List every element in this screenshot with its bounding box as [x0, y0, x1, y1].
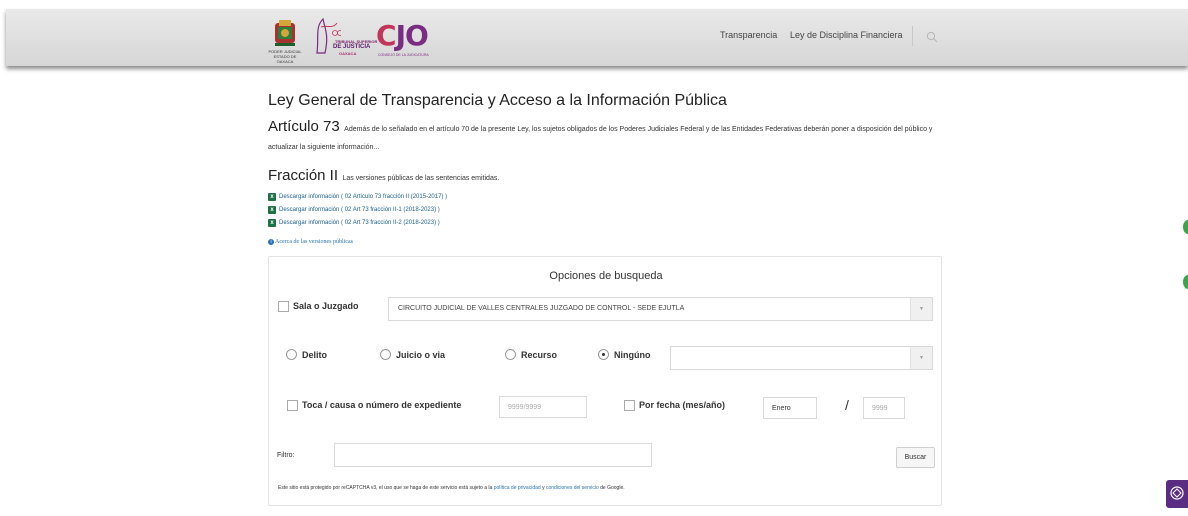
- sala-label: Sala o Juzgado: [293, 301, 359, 311]
- info-icon: i: [268, 239, 274, 245]
- search-options-panel: Opciones de busqueda Sala o Juzgado CIRC…: [268, 256, 942, 506]
- radio-juicio-via[interactable]: [380, 349, 391, 360]
- recaptcha-and: y: [542, 485, 545, 491]
- header-logos: PODER JUDICIAL ESTADO DE OAXACA TRIBUNAL…: [268, 17, 460, 64]
- privacy-policy-link[interactable]: política de privacidad: [494, 485, 541, 491]
- about-link-text: Acerca de las versiones públicas: [275, 239, 353, 245]
- download-link-1[interactable]: x Descargar información ( 02 Artículo 73…: [268, 192, 447, 201]
- chevron-down-icon: ▼: [910, 347, 932, 369]
- sala-select-value: CIRCUITO JUDICIAL DE VALLES CENTRALES JU…: [398, 305, 685, 312]
- year-input[interactable]: 9999: [863, 397, 905, 419]
- recaptcha-badge[interactable]: [1166, 480, 1188, 508]
- side-widget-dot-2[interactable]: [1183, 275, 1188, 289]
- type-select[interactable]: ▼: [670, 346, 933, 370]
- logo3-mark-jo: JO: [395, 19, 429, 52]
- date-separator: /: [845, 397, 849, 413]
- fecha-checkbox[interactable]: [624, 400, 635, 411]
- nav-transparencia[interactable]: Transparencia: [720, 30, 777, 44]
- side-widget-dot-1[interactable]: [1183, 220, 1188, 234]
- article-heading: Artículo 73 Además de lo señalado en el …: [268, 118, 948, 154]
- fecha-label: Por fecha (mes/año): [639, 400, 726, 410]
- logo2-line2: DE JUSTICIA: [333, 44, 371, 50]
- download-link-text: Descargar información ( 02 Art 73 fracci…: [279, 206, 440, 213]
- radio-delito[interactable]: [286, 349, 297, 360]
- tribunal-logo[interactable]: TRIBUNAL SUPERIOR DE JUSTICIA OAXACA: [311, 17, 377, 62]
- recaptcha-suffix: de Google.: [600, 485, 625, 491]
- filter-label: Filtro:: [277, 452, 295, 459]
- about-public-versions-link[interactable]: i Acerca de las versiones públicas: [268, 239, 353, 245]
- recaptcha-notice: Este sitio está protegido por reCAPTCHA …: [278, 485, 625, 491]
- radio-delito-label: Delito: [302, 350, 328, 360]
- consejo-judicatura-logo[interactable]: CJO CONSEJO DE LA JUDICATURA: [376, 17, 460, 62]
- logo3-subtitle: CONSEJO DE LA JUDICATURA: [378, 53, 429, 57]
- page-title: Ley General de Transparencia y Acceso a …: [268, 92, 727, 109]
- search-button[interactable]: Buscar: [896, 447, 935, 468]
- sala-checkbox[interactable]: [278, 301, 289, 312]
- radio-recurso[interactable]: [505, 349, 516, 360]
- nav-divider: [912, 26, 913, 46]
- logo1-caption: PODER JUDICIAL ESTADO DE OAXACA: [268, 49, 302, 64]
- top-header-bar: [6, 9, 1188, 66]
- nav-ley-disciplina-financiera[interactable]: Ley de Disciplina Financiera: [790, 30, 903, 44]
- sala-select[interactable]: CIRCUITO JUDICIAL DE VALLES CENTRALES JU…: [388, 297, 933, 321]
- radio-juicio-via-label: Juicio o via: [396, 350, 446, 360]
- poder-judicial-logo[interactable]: PODER JUDICIAL ESTADO DE OAXACA: [268, 17, 302, 64]
- terms-of-service-link[interactable]: condiciones del servicio: [546, 485, 599, 491]
- download-link-2[interactable]: x Descargar información ( 02 Art 73 frac…: [268, 205, 440, 214]
- chevron-down-icon: ▼: [910, 298, 932, 320]
- radio-ninguno[interactable]: [598, 349, 609, 360]
- article-text: Además de lo señalado en el artículo 70 …: [268, 126, 933, 151]
- fraction-text: Las versiones públicas de las sentencias…: [342, 175, 500, 182]
- toca-label: Toca / causa o número de expediente: [302, 400, 462, 410]
- download-link-text: Descargar información ( 02 Art 73 fracci…: [279, 219, 440, 226]
- radio-ninguno-label: Ningúno: [614, 350, 651, 360]
- fraction-title: Fracción II: [268, 167, 339, 184]
- filter-input[interactable]: [334, 443, 652, 467]
- crest-icon: [275, 20, 295, 46]
- search-icon[interactable]: [926, 31, 938, 43]
- download-link-3[interactable]: x Descargar información ( 02 Art 73 frac…: [268, 218, 440, 227]
- download-link-text: Descargar información ( 02 Artículo 73 f…: [279, 193, 448, 200]
- radio-recurso-label: Recurso: [521, 350, 558, 360]
- fraction-heading: Fracción II Las versiones públicas de la…: [268, 167, 499, 185]
- toca-checkbox[interactable]: [287, 400, 298, 411]
- excel-icon: x: [268, 205, 276, 214]
- search-panel-title: Opciones de busqueda: [549, 270, 663, 282]
- recaptcha-icon: [1170, 486, 1184, 500]
- recaptcha-prefix: Este sitio está protegido por reCAPTCHA …: [278, 485, 493, 491]
- excel-icon: x: [268, 192, 276, 201]
- excel-icon: x: [268, 218, 276, 227]
- logo2-line3: OAXACA: [339, 51, 357, 56]
- logo3-mark-c: C: [376, 19, 397, 52]
- logo3-mark: CJO: [376, 19, 429, 52]
- expediente-input[interactable]: 9999/9999: [499, 396, 587, 418]
- article-title: Artículo 73: [268, 118, 340, 135]
- month-select[interactable]: Enero: [763, 397, 817, 419]
